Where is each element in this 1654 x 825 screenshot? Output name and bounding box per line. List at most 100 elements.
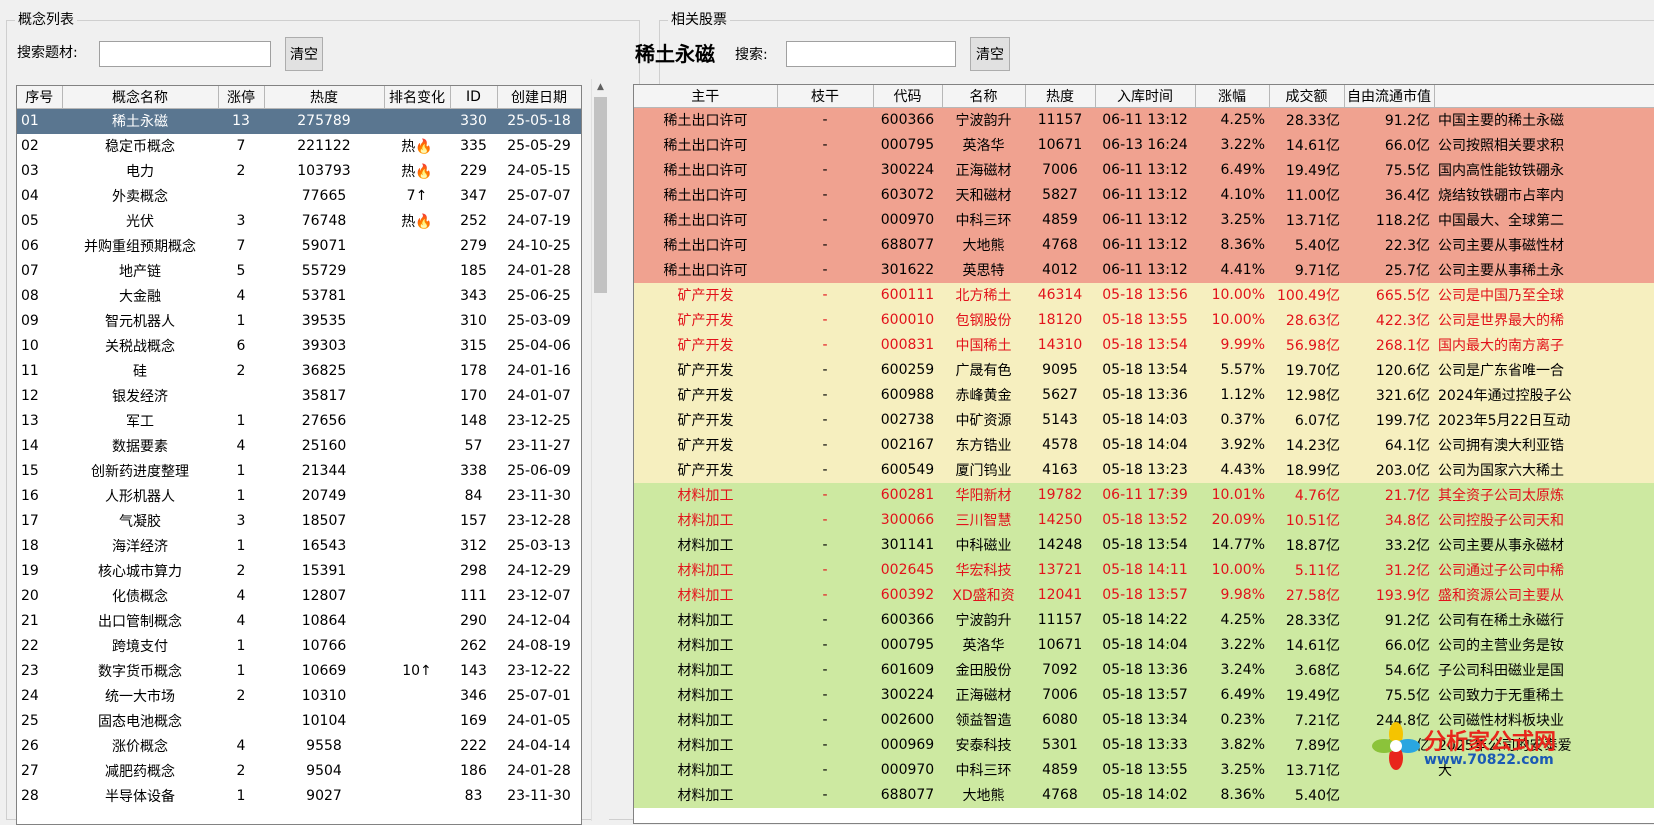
concept-row[interactable]: 06 并购重组预期概念 7 59071 279 24-10-25 [17, 234, 581, 259]
stock-cell: - [777, 257, 873, 283]
stock-row[interactable]: 矿产开发 -000831 中国稀土 14310 05-18 13:54 9.99% 56.9… [634, 332, 1654, 358]
stock-row[interactable]: 矿产开发 -600111 北方稀土 46314 05-18 13:56 10.00% 100… [634, 282, 1654, 308]
concept-col-header[interactable]: 序号 [17, 86, 63, 109]
stock-row[interactable]: 稀土出口许可 -688077 大地熊 4768 06-11 13:12 8.36% 5.40… [634, 232, 1654, 258]
stock-cell: 稀土出口许可 [634, 132, 777, 158]
stock-cell: 05-18 14:03 [1095, 407, 1195, 433]
concept-row[interactable]: 02 稳定币概念 7 221122 热🔥 335 25-05-29 [17, 134, 581, 159]
stock-col-header[interactable]: 成交额 [1269, 85, 1345, 108]
stock-cell: 688077 [873, 782, 942, 808]
concept-row[interactable]: 14 数据要素 4 25160 57 23-11-27 [17, 434, 581, 459]
concept-row[interactable]: 26 涨价概念 4 9558 222 24-04-14 [17, 734, 581, 759]
stock-row[interactable]: 材料加工 -688077 大地熊 4768 05-18 14:02 8.36% 5.40亿 [634, 782, 1654, 808]
concept-cell: 2 [236, 688, 246, 704]
stock-cell: 27.58亿 [1269, 582, 1344, 608]
stock-row[interactable]: 材料加工 -600281 华阳新材 19782 06-11 17:39 10.01% 4.7… [634, 482, 1654, 508]
concept-row[interactable]: 12 银发经济 35817 170 24-01-07 [17, 384, 581, 409]
stock-col-header[interactable]: 自由流通市值 [1344, 85, 1435, 108]
concept-row[interactable]: 16 人形机器人 1 20749 84 23-11-30 [17, 484, 581, 509]
stock-row[interactable]: 矿产开发 -600549 厦门钨业 4163 05-18 13:23 4.43% 18.99… [634, 457, 1654, 483]
stock-row[interactable]: 材料加工 -601609 金田股份 7092 05-18 13:36 3.24% 3.68亿… [634, 657, 1654, 683]
concept-cell: 3 [236, 513, 246, 529]
topic-clear-button[interactable]: 清空 [285, 37, 323, 71]
concept-cell: 24-01-05 [507, 713, 571, 729]
concept-col-header[interactable]: 热度 [264, 86, 385, 109]
stock-row[interactable]: 材料加工 -300224 正海磁材 7006 05-18 13:57 6.49% 19.49… [634, 682, 1654, 708]
concept-row[interactable]: 05 光伏 3 76748 热🔥 252 24-07-19 [17, 209, 581, 234]
concept-row[interactable]: 15 创新药进度整理 1 21344 338 25-06-09 [17, 459, 581, 484]
stock-search-input[interactable] [786, 41, 956, 67]
concept-row[interactable]: 04 外卖概念 77665 7↑ 347 25-07-07 [17, 184, 581, 209]
stock-cell: 91.2亿 [1344, 607, 1434, 633]
concept-row[interactable]: 21 出口管制概念 4 10864 290 24-12-04 [17, 609, 581, 634]
stock-row[interactable]: 材料加工 -300066 三川智慧 14250 05-18 13:52 20.09% 10.… [634, 507, 1654, 533]
stock-cell: 4.41% [1195, 257, 1269, 283]
stock-col-header[interactable]: 枝干 [777, 85, 874, 108]
stock-cell: 8.36% [1195, 232, 1269, 258]
stock-cell: 000970 [873, 207, 942, 233]
stock-row[interactable]: 材料加工 -000795 英洛华 10671 05-18 14:04 3.22% 14.61… [634, 632, 1654, 658]
stock-row[interactable]: 矿产开发 -002167 东方锆业 4578 05-18 14:04 3.92% 14.23… [634, 432, 1654, 458]
concept-row[interactable]: 27 减肥药概念 2 9504 186 24-01-28 [17, 759, 581, 784]
stock-row[interactable]: 稀土出口许可 -300224 正海磁材 7006 06-11 13:12 6.49% 19.… [634, 157, 1654, 183]
concept-row[interactable]: 08 大金融 4 53781 343 25-06-25 [17, 284, 581, 309]
concept-cell [384, 459, 450, 484]
concept-row[interactable]: 23 数字货币概念 1 10669 10↑ 143 23-12-22 [17, 659, 581, 684]
concept-cell: 出口管制概念 [98, 614, 182, 630]
stock-cell: 6.49% [1195, 682, 1269, 708]
stock-row[interactable]: 材料加工 -600392 XD盛和资 12041 05-18 13:57 9.98% 27.… [634, 582, 1654, 608]
concept-row[interactable]: 28 半导体设备 1 9027 83 23-11-30 [17, 784, 581, 809]
concept-col-header[interactable]: 概念名称 [62, 86, 219, 109]
stock-row[interactable]: 稀土出口许可 -600366 宁波韵升 11157 06-11 13:12 4.25% 28… [634, 107, 1654, 133]
stock-cell: 05-18 13:57 [1095, 582, 1195, 608]
concept-col-header[interactable]: 涨停 [218, 86, 265, 109]
concept-cell: 24-05-15 [507, 163, 571, 179]
concept-scrollbar[interactable]: ▲ [591, 79, 609, 821]
stock-row[interactable]: 稀土出口许可 -603072 天和磁材 5827 06-11 13:12 4.10% 11.… [634, 182, 1654, 208]
stock-search-label: 搜索: [735, 47, 768, 63]
concept-row[interactable]: 13 军工 1 27656 148 23-12-25 [17, 409, 581, 434]
concept-row[interactable]: 10 关税战概念 6 39303 315 25-04-06 [17, 334, 581, 359]
concept-row[interactable]: 17 气凝胶 3 18507 157 23-12-28 [17, 509, 581, 534]
concept-row[interactable]: 24 统一大市场 2 10310 346 25-07-01 [17, 684, 581, 709]
stock-row[interactable]: 材料加工 -301141 中科磁业 14248 05-18 13:54 14.77% 18.… [634, 532, 1654, 558]
concept-row[interactable]: 09 智元机器人 1 39535 310 25-03-09 [17, 309, 581, 334]
concept-row[interactable]: 22 跨境支付 1 10766 262 24-08-19 [17, 634, 581, 659]
concept-cell: 涨价概念 [112, 739, 168, 755]
stock-row[interactable]: 稀土出口许可 -301622 英思特 4012 06-11 13:12 4.41% 9.71… [634, 257, 1654, 283]
stock-cell: 领益智造 [942, 707, 1025, 733]
stock-cell: 05-18 13:54 [1095, 332, 1195, 358]
concept-scroll-thumb[interactable] [594, 97, 607, 293]
stock-row[interactable]: 矿产开发 -600259 广晟有色 9095 05-18 13:54 5.57% 19.70… [634, 357, 1654, 383]
concept-col-header[interactable]: 排名变化 [384, 86, 451, 109]
stock-row[interactable]: 材料加工 -002645 华宏科技 13721 05-18 14:11 10.00% 5.1… [634, 557, 1654, 583]
concept-row[interactable]: 18 海洋经济 1 16543 312 25-03-13 [17, 534, 581, 559]
stock-col-header[interactable]: 代码 [873, 85, 943, 108]
stock-row[interactable]: 矿产开发 -002738 中矿资源 5143 05-18 14:03 0.37% 6.07亿… [634, 407, 1654, 433]
concept-row[interactable]: 20 化债概念 4 12807 111 23-12-07 [17, 584, 581, 609]
concept-row[interactable]: 01 稀土永磁 13 275789 330 25-05-18 [17, 108, 581, 134]
concept-table: 序号 概念名称 涨停 热度 排名变化 ID 创建日期 01 稀土永磁 13 275789 330 25… [16, 85, 582, 825]
concept-row[interactable]: 03 电力 2 103793 热🔥 229 24-05-15 [17, 159, 581, 184]
stock-row[interactable]: 稀土出口许可 -000795 英洛华 10671 06-13 16:24 3.22% 14.… [634, 132, 1654, 158]
stock-row[interactable]: 矿产开发 -600010 包钢股份 18120 05-18 13:55 10.00% 28.… [634, 307, 1654, 333]
stock-col-header[interactable]: 涨幅 [1195, 85, 1270, 108]
concept-row[interactable]: 19 核心城市算力 2 15391 298 24-12-29 [17, 559, 581, 584]
concept-col-header[interactable]: 创建日期 [497, 86, 581, 109]
concept-row[interactable]: 25 固态电池概念 10104 169 24-01-05 [17, 709, 581, 734]
stock-clear-button[interactable]: 清空 [970, 37, 1010, 71]
concept-row[interactable]: 07 地产链 5 55729 185 24-01-28 [17, 259, 581, 284]
stock-col-header[interactable]: 名称 [942, 85, 1026, 108]
concept-col-header[interactable]: ID [450, 86, 498, 109]
concept-row[interactable]: 11 硅 2 36825 178 24-01-16 [17, 359, 581, 384]
scroll-up-icon[interactable]: ▲ [592, 79, 609, 96]
stock-col-header[interactable] [1434, 85, 1654, 108]
stock-col-header[interactable]: 入库时间 [1095, 85, 1196, 108]
stock-row[interactable]: 矿产开发 -600988 赤峰黄金 5627 05-18 13:36 1.12% 12.98… [634, 382, 1654, 408]
stock-col-header[interactable]: 主干 [634, 85, 778, 108]
topic-search-input[interactable] [99, 41, 271, 67]
stock-col-header[interactable]: 热度 [1025, 85, 1096, 108]
concept-cell: 外卖概念 [112, 189, 168, 205]
stock-row[interactable]: 材料加工 -600366 宁波韵升 11157 05-18 14:22 4.25% 28.3… [634, 607, 1654, 633]
stock-row[interactable]: 稀土出口许可 -000970 中科三环 4859 06-11 13:12 3.25% 13.… [634, 207, 1654, 233]
